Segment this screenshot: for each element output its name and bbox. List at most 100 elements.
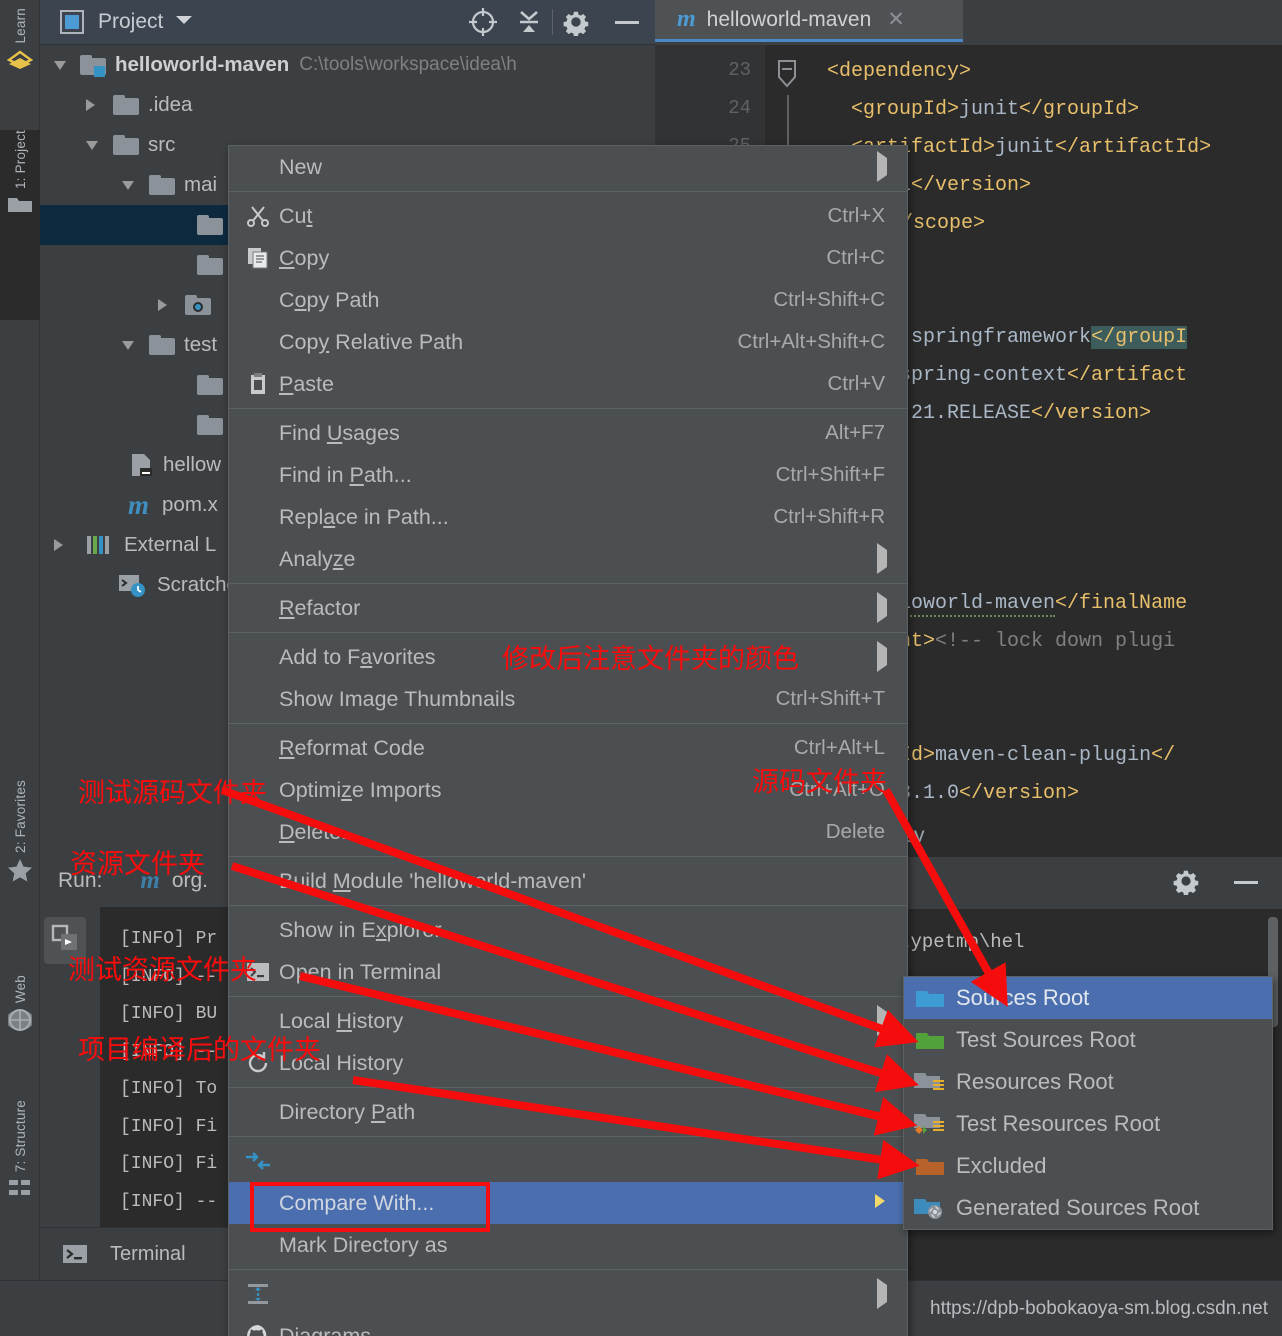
folder-icon — [113, 95, 139, 115]
submenu-item-sources-root[interactable]: Sources Root — [904, 977, 1272, 1019]
chevron-down-icon[interactable] — [86, 140, 98, 150]
chevron-right-icon[interactable] — [54, 539, 63, 551]
left-tool-strip: Learn 1: Project 2: Favorites Web 7: Str — [0, 0, 40, 1336]
annotation-note: 源码文件夹 — [752, 767, 887, 798]
annotation-note: 测试源码文件夹 — [78, 778, 267, 809]
tree-row-helloworld-maven[interactable]: helloworld-maven C:\tools\workspace\idea… — [40, 45, 655, 85]
menu-separator — [229, 632, 907, 633]
chevron-down-icon[interactable] — [122, 340, 134, 350]
terminal-tab-label[interactable]: Terminal — [110, 1243, 186, 1266]
sidebar-item-learn[interactable]: Learn — [0, 8, 40, 77]
gear-icon[interactable] — [553, 0, 599, 45]
menu-item-refactor[interactable]: Refactor — [229, 587, 907, 629]
copy-icon — [239, 237, 277, 279]
sidebar-item-project[interactable]: 1: Project — [0, 130, 40, 320]
submenu-item-label: Generated Sources Root — [956, 1195, 1200, 1220]
menu-item-label: Analyze — [279, 546, 356, 571]
collapse-all-icon[interactable] — [506, 0, 552, 45]
chevron-right-icon[interactable] — [158, 299, 167, 311]
project-header-toolbar — [460, 0, 655, 45]
sidebar-item-favorites[interactable]: 2: Favorites — [0, 780, 40, 888]
menu-item-show-in-explorer[interactable]: Show in Explorer — [229, 909, 907, 951]
menu-item-create-gist[interactable]: Diagrams — [229, 1315, 907, 1336]
submenu-item-excluded[interactable]: Excluded — [904, 1145, 1272, 1187]
minimize-icon[interactable] — [599, 0, 655, 45]
menu-item-mark-directory-as[interactable]: Compare With... — [229, 1182, 907, 1224]
menu-item-label: Open in Terminal — [279, 959, 442, 984]
menu-item-label: Build Module 'helloworld-maven' — [279, 868, 587, 893]
context-menu[interactable]: New Cut Ctrl+X Copy Ctrl+C Copy Path Ctr… — [228, 145, 908, 1336]
menu-item-remove-bom[interactable]: Mark Directory as — [229, 1224, 907, 1266]
menu-item-compare-with[interactable] — [229, 1140, 907, 1182]
sidebar-item-web[interactable]: Web — [0, 975, 40, 1038]
menu-item-shortcut: Ctrl+Alt+Shift+C — [737, 330, 885, 353]
menu-item-diagrams[interactable] — [229, 1273, 907, 1315]
menu-item-find-in-path[interactable]: Find in Path... Ctrl+Shift+F — [229, 454, 907, 496]
mark-directory-as-submenu[interactable]: Sources Root Test Sources Root Resources… — [903, 976, 1273, 1230]
menu-item-paste[interactable]: Paste Ctrl+V — [229, 363, 907, 405]
editor-tab-helloworld-maven[interactable]: m helloworld-maven ✕ — [655, 0, 963, 42]
folder-icon — [197, 255, 223, 275]
menu-item-replace-in-path[interactable]: Replace in Path... Ctrl+Shift+R — [229, 496, 907, 538]
menu-item-copy-relative-path[interactable]: Copy Relative Path Ctrl+Alt+Shift+C — [229, 321, 907, 363]
chevron-down-icon[interactable] — [54, 60, 66, 70]
submenu-item-generated-sources-root[interactable]: Generated Sources Root — [904, 1187, 1272, 1229]
tree-row-idea[interactable]: .idea — [40, 85, 655, 125]
submenu-arrow-icon — [877, 1005, 887, 1036]
menu-item-label: Delete... — [279, 819, 360, 844]
sidebar-item-structure[interactable]: 7: Structure — [0, 1100, 40, 1205]
menu-item-synchronize-java[interactable]: Local History — [229, 1042, 907, 1084]
menu-item-label: Show Image Thumbnails — [279, 686, 516, 711]
menu-item-analyze[interactable]: Analyze — [229, 538, 907, 580]
orange-folder-icon — [904, 1154, 956, 1178]
minimize-icon[interactable] — [1232, 874, 1260, 892]
chevron-down-icon[interactable] — [122, 180, 134, 190]
menu-item-delete[interactable]: Delete... Delete — [229, 811, 907, 853]
tree-row-label: .idea — [148, 93, 193, 116]
project-panel-header: Project — [40, 0, 655, 45]
green-folder-icon — [904, 1028, 956, 1052]
menu-item-shortcut: Ctrl+Shift+T — [775, 687, 885, 710]
menu-item-label: Copy — [279, 245, 330, 270]
blue-folder-icon — [904, 986, 956, 1010]
menu-separator — [229, 191, 907, 192]
structure-icon — [7, 1177, 33, 1202]
menu-separator — [229, 583, 907, 584]
chevron-down-icon[interactable] — [175, 13, 193, 31]
submenu-item-test-resources-root[interactable]: Test Resources Root — [904, 1103, 1272, 1145]
sidebar-item-label: Web — [12, 975, 28, 1004]
close-icon[interactable]: ✕ — [887, 7, 905, 32]
menu-item-shortcut: Ctrl+C — [826, 246, 885, 269]
chevron-badge-icon — [6, 49, 34, 74]
tree-row-label: hellow — [163, 453, 222, 476]
menu-item-copy[interactable]: Copy Ctrl+C — [229, 237, 907, 279]
menu-item-copy-path[interactable]: Copy Path Ctrl+Shift+C — [229, 279, 907, 321]
iml-file-icon — [128, 452, 154, 478]
menu-item-new[interactable]: New — [229, 146, 907, 188]
gear-icon[interactable] — [1172, 867, 1200, 900]
tree-row-label: test — [184, 333, 218, 356]
submenu-item-test-sources-root[interactable]: Test Sources Root — [904, 1019, 1272, 1061]
menu-item-directory-path[interactable]: Directory Path — [229, 1091, 907, 1133]
code-line: <groupId>junit</groupId> — [851, 98, 1140, 121]
locate-target-icon[interactable] — [460, 0, 506, 45]
chevron-right-icon[interactable] — [86, 99, 95, 111]
menu-separator — [229, 1087, 907, 1088]
menu-item-cut[interactable]: Cut Ctrl+X — [229, 195, 907, 237]
menu-item-shortcut: Ctrl+Shift+C — [773, 288, 885, 311]
submenu-item-label: Test Resources Root — [956, 1111, 1161, 1136]
menu-item-open-in-terminal[interactable]: Open in Terminal — [229, 951, 907, 993]
menu-item-find-usages[interactable]: Find Usages Alt+F7 — [229, 412, 907, 454]
menu-item-local-history[interactable]: Local History — [229, 1000, 907, 1042]
menu-item-show-image-thumbnails[interactable]: Show Image Thumbnails Ctrl+Shift+T — [229, 678, 907, 720]
submenu-item-resources-root[interactable]: Resources Root — [904, 1061, 1272, 1103]
submenu-item-label: Sources Root — [956, 985, 1090, 1010]
menu-item-build-module[interactable]: Build Module 'helloworld-maven' — [229, 860, 907, 902]
menu-item-shortcut: Ctrl+Shift+F — [775, 463, 885, 486]
code-fold-icon[interactable] — [773, 59, 801, 98]
menu-item-shortcut: Alt+F7 — [825, 421, 885, 444]
menu-item-shortcut: Delete — [825, 820, 885, 843]
menu-item-shortcut: Ctrl+Shift+R — [773, 505, 885, 528]
module-folder-icon — [80, 55, 106, 77]
menu-item-label: Optimize Imports — [279, 777, 442, 802]
